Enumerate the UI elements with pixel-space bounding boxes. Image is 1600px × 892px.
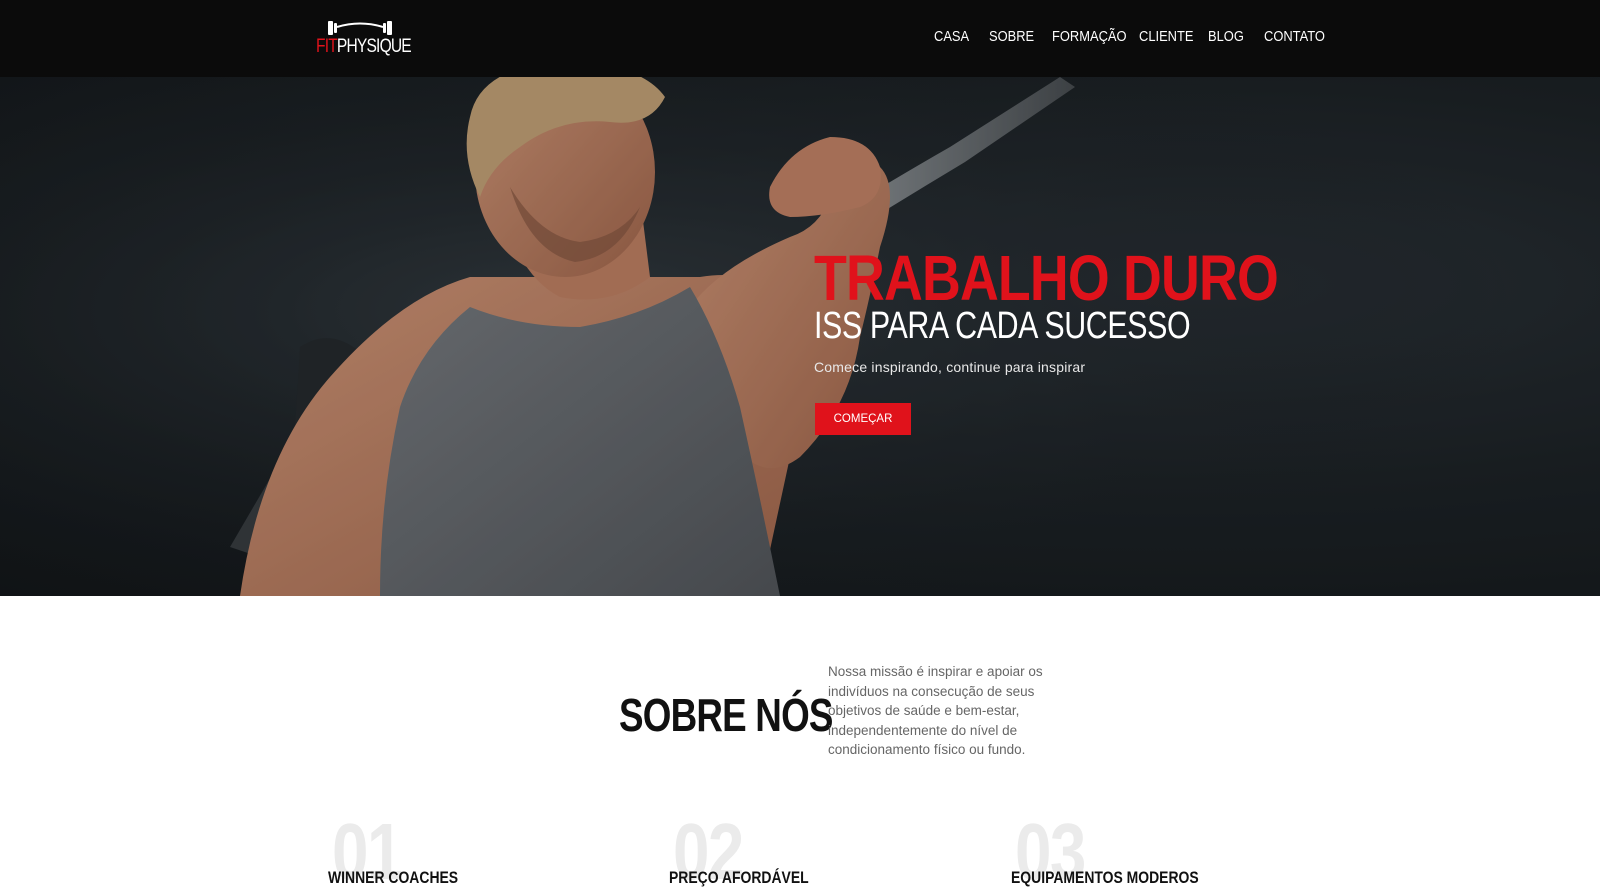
about-text: Nossa missão é inspirar e apoiar os indi… — [828, 664, 1043, 757]
hero-subtitle: ISS PARA CADA SUCESSO — [814, 305, 1191, 347]
nav-item-casa[interactable]: CASA — [934, 28, 969, 45]
logo-wordmark: FITPHYSIQUE — [316, 36, 412, 58]
nav-item-contato[interactable]: CONTATO — [1264, 28, 1325, 45]
logo[interactable]: FITPHYSIQUE — [316, 18, 412, 60]
feature-title: EQUIPAMENTOS MODEROS — [1011, 868, 1199, 887]
feature-item: 02 PREÇO AFORDÁVEL — [669, 812, 989, 892]
feature-title: PREÇO AFORDÁVEL — [669, 868, 809, 887]
hero-tagline: Comece inspirando, continue para inspira… — [814, 359, 1086, 375]
feature-title: WINNER COACHES — [328, 868, 459, 887]
hero-section: TRABALHO DURO ISS PARA CADA SUCESSO Come… — [0, 77, 1600, 596]
feature-item: 03 EQUIPAMENTOS MODEROS — [1011, 812, 1331, 892]
nav-item-blog[interactable]: BLOG — [1208, 28, 1244, 45]
nav-item-cliente[interactable]: CLIENTE — [1139, 28, 1193, 45]
feature-item: 01 WINNER COACHES — [328, 812, 648, 892]
logo-fit: FIT — [316, 36, 338, 57]
about-heading: SOBRE NÓS — [619, 689, 833, 741]
site-header: FITPHYSIQUE CASA SOBRE FORMAÇÃO CLIENTE … — [0, 0, 1600, 77]
barbell-icon — [328, 21, 392, 35]
nav-item-sobre[interactable]: SOBRE — [989, 28, 1034, 45]
nav-item-formacao[interactable]: FORMAÇÃO — [1052, 28, 1127, 45]
hero-athlete-image — [0, 77, 1600, 596]
hero-title: TRABALHO DURO — [814, 242, 1279, 314]
logo-physique: PHYSIQUE — [336, 36, 412, 57]
start-button[interactable]: COMEÇAR — [815, 403, 911, 435]
